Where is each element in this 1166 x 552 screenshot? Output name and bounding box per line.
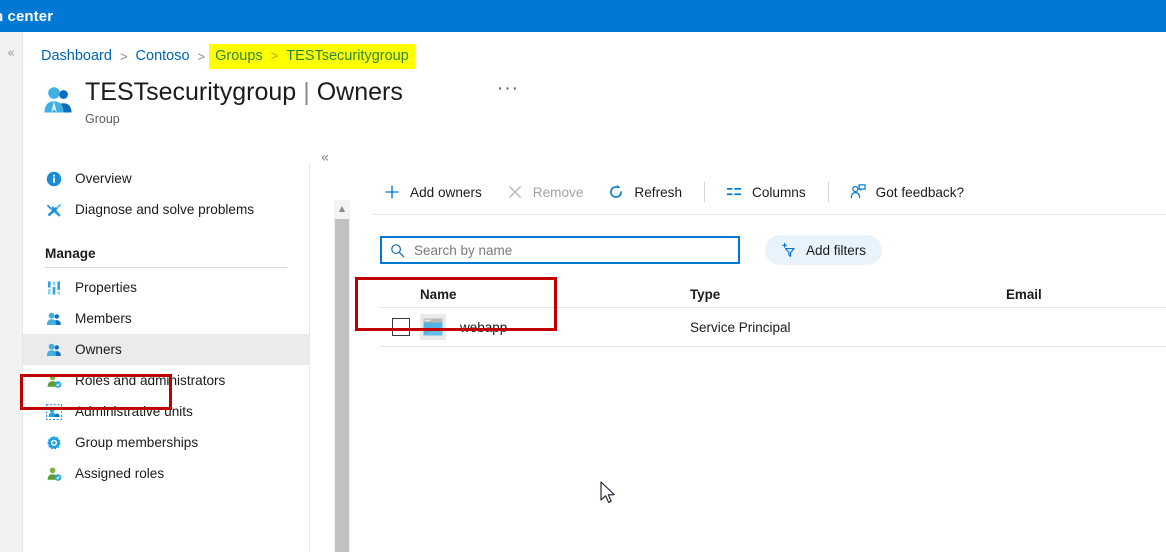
sidebar-item-label: Properties	[75, 280, 137, 295]
got-feedback-button[interactable]: Got feedback?	[838, 175, 975, 209]
feedback-person-icon	[849, 183, 867, 201]
command-divider	[704, 182, 706, 202]
close-icon	[506, 183, 524, 201]
blade-menu: Overview Diagnose and solve problems Man…	[23, 163, 310, 552]
row-select-cell	[380, 318, 420, 336]
owners-icon	[45, 341, 63, 359]
search-input[interactable]	[412, 241, 722, 259]
sidebar-item-label: Administrative units	[75, 404, 193, 419]
info-icon	[45, 170, 63, 188]
row-checkbox[interactable]	[392, 318, 410, 336]
breadcrumb-separator: >	[270, 48, 279, 63]
global-nav-rail: «	[0, 32, 23, 552]
plus-icon	[383, 183, 401, 201]
column-header-email[interactable]: Email	[1006, 287, 1146, 302]
app-window-icon	[420, 314, 446, 340]
page-title-texts: TESTsecuritygroup | Owners Group	[85, 76, 403, 126]
sidebar-item-label: Members	[75, 311, 132, 326]
got-feedback-label: Got feedback?	[875, 184, 965, 200]
breadcrumb-highlight: Groups > TESTsecuritygroup	[209, 43, 415, 69]
owners-table: Name Type Email webapp Service Principal	[380, 281, 1166, 347]
role-person-icon	[45, 372, 63, 390]
page-title-row: TESTsecuritygroup | Owners Group	[41, 76, 403, 126]
breadcrumb-item-groups[interactable]: Groups	[215, 48, 263, 64]
scroll-up-icon[interactable]: ▲	[334, 200, 350, 217]
page-title-separator: |	[303, 78, 310, 106]
sidebar-item-label: Assigned roles	[75, 466, 165, 481]
refresh-icon	[607, 183, 625, 201]
add-owners-button[interactable]: Add owners	[372, 175, 493, 209]
add-filters-button[interactable]: Add filters	[765, 235, 883, 265]
global-nav-collapse-icon[interactable]: «	[1, 46, 21, 62]
sidebar-item-label: Roles and administrators	[75, 373, 226, 388]
administrative-unit-icon	[45, 403, 63, 421]
sidebar-item-diagnose-and-solve-problems[interactable]: Diagnose and solve problems	[23, 194, 309, 225]
page-title-section: Owners	[316, 78, 403, 106]
blade: Dashboard > Contoso > Groups > TESTsecur…	[23, 32, 1166, 552]
sidebar-item-overview[interactable]: Overview	[23, 163, 309, 194]
columns-button[interactable]: Columns	[714, 175, 817, 209]
sidebar-item-label: Owners	[75, 342, 122, 357]
sidebar-item-members[interactable]: Members	[23, 303, 309, 334]
breadcrumb-separator: >	[119, 48, 128, 64]
remove-button[interactable]: Remove	[495, 175, 595, 209]
scrollbar-thumb[interactable]	[335, 219, 349, 552]
command-bar-divider	[372, 214, 1166, 215]
azure-portal-page: n center « Dashboard > Contoso > Groups …	[0, 0, 1166, 552]
cell-name: webapp	[420, 314, 690, 340]
role-person-icon	[45, 465, 63, 483]
more-options-button[interactable]: ···	[497, 78, 519, 100]
sidebar-section-manage: Manage	[45, 246, 96, 261]
sidebar-item-owners[interactable]: Owners	[23, 334, 309, 365]
sliders-icon	[45, 279, 63, 297]
breadcrumb-item-dashboard[interactable]: Dashboard	[41, 48, 112, 64]
owner-name-link[interactable]: webapp	[460, 320, 507, 335]
column-header-name[interactable]: Name	[380, 287, 690, 302]
breadcrumb-item-contoso[interactable]: Contoso	[136, 48, 190, 64]
sidebar-divider	[45, 267, 287, 268]
command-bar: Add owners Remove Refresh Columns Got fe…	[372, 175, 977, 209]
cell-type: Service Principal	[690, 319, 791, 335]
add-filters-label: Add filters	[806, 242, 867, 258]
gear-icon	[45, 434, 63, 452]
columns-icon	[725, 183, 743, 201]
sidebar-item-group-memberships[interactable]: Group memberships	[23, 427, 309, 458]
table-header-row: Name Type Email	[380, 281, 1166, 307]
wrench-screwdriver-icon	[45, 201, 63, 219]
page-subtitle: Group	[85, 112, 120, 126]
portal-title: n center	[0, 7, 54, 25]
breadcrumb-item-testsecuritygroup[interactable]: TESTsecuritygroup	[286, 48, 409, 64]
table-row[interactable]: webapp Service Principal	[380, 308, 1166, 346]
sidebar-item-label: Overview	[75, 171, 132, 186]
page-title-resource: TESTsecuritygroup	[85, 78, 297, 106]
search-icon	[390, 243, 405, 258]
blade-menu-collapse-icon[interactable]: «	[310, 147, 340, 169]
search-box[interactable]	[380, 236, 740, 264]
page-title: TESTsecuritygroup | Owners	[85, 76, 403, 108]
refresh-label: Refresh	[634, 184, 683, 200]
refresh-button[interactable]: Refresh	[596, 175, 693, 209]
sidebar-item-label: Group memberships	[75, 435, 199, 450]
columns-label: Columns	[752, 184, 806, 200]
sidebar-item-properties[interactable]: Properties	[23, 272, 309, 303]
breadcrumb-separator: >	[197, 48, 206, 64]
command-divider	[827, 182, 829, 202]
group-users-icon	[41, 82, 77, 118]
sidebar-item-assigned-roles[interactable]: Assigned roles	[23, 458, 309, 489]
menu-scrollbar[interactable]: ▲	[334, 200, 350, 552]
filter-row: Add filters	[380, 235, 883, 265]
sidebar-item-administrative-units[interactable]: Administrative units	[23, 396, 309, 427]
sidebar-item-roles-and-administrators[interactable]: Roles and administrators	[23, 365, 309, 396]
blade-content: Add owners Remove Refresh Columns Got fe…	[350, 163, 1166, 552]
add-owners-label: Add owners	[410, 184, 482, 200]
sidebar-item-label: Diagnose and solve problems	[75, 202, 255, 217]
top-navigation-bar: n center	[0, 0, 1166, 32]
add-filter-icon	[781, 242, 798, 259]
column-header-type[interactable]: Type	[690, 287, 1006, 302]
breadcrumb: Dashboard > Contoso > Groups > TESTsecur…	[41, 43, 415, 69]
remove-label: Remove	[532, 184, 584, 200]
members-icon	[45, 310, 63, 328]
table-divider	[380, 346, 1166, 347]
